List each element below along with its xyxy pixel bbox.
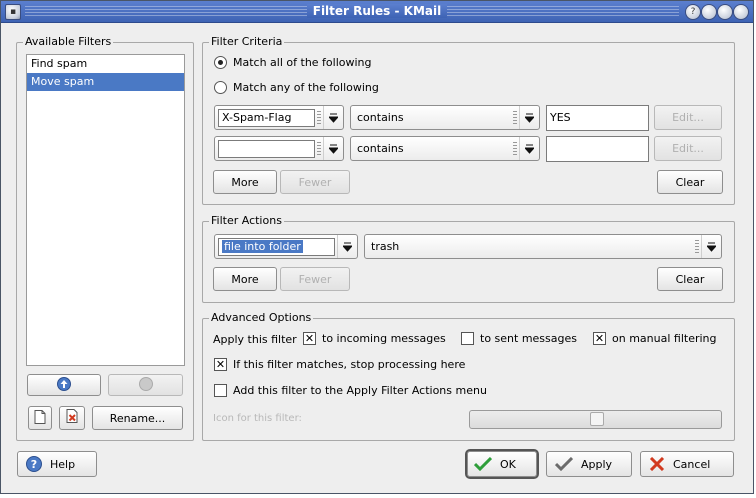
rule1-function-value: contains	[357, 111, 404, 124]
chevron-down-icon[interactable]	[701, 235, 721, 258]
cancel-button[interactable]: Cancel	[640, 451, 734, 477]
delete-document-icon	[66, 409, 79, 427]
rule2-function-value: contains	[357, 142, 404, 155]
filter-actions-label: Filter Actions	[209, 214, 284, 228]
match-any-label: Match any of the following	[233, 81, 379, 94]
ok-label: OK	[500, 457, 516, 471]
cancel-icon	[649, 457, 665, 471]
filter-criteria-label: Filter Criteria	[209, 35, 285, 49]
match-all-radio-indicator	[214, 56, 227, 69]
chevron-down-icon[interactable]	[323, 137, 343, 160]
help-label: Help	[50, 457, 76, 471]
new-document-icon	[34, 409, 46, 427]
chevron-down-icon[interactable]	[323, 106, 343, 129]
match-any-radio-indicator	[214, 81, 227, 94]
move-down-button[interactable]	[108, 374, 183, 396]
criteria-clear-button[interactable]: Clear	[657, 170, 723, 194]
available-filters-label: Available Filters	[23, 35, 114, 49]
filter-rules-window: ▪ Filter Rules - KMail ? Available Filte…	[0, 0, 754, 494]
manual-check-mark: ✕	[593, 332, 606, 345]
stop-processing-label: If this filter matches, stop processing …	[233, 358, 466, 371]
sent-check-mark	[461, 332, 474, 345]
apply-this-filter-label: Apply this filter	[213, 333, 297, 346]
rule2-edit-button[interactable]: Edit...	[654, 136, 722, 161]
apply-check-icon	[555, 457, 573, 471]
rule2-field-combo[interactable]	[214, 136, 344, 161]
match-all-label: Match all of the following	[233, 56, 372, 69]
rule2-function-combo[interactable]: contains	[350, 136, 540, 161]
sent-messages-label: to sent messages	[480, 332, 577, 345]
action-type-combo[interactable]: file into folder	[214, 234, 358, 259]
actions-fewer-button[interactable]: Fewer	[280, 267, 350, 291]
help-icon: ?	[26, 456, 42, 472]
incoming-messages-checkbox[interactable]: ✕ to incoming messages	[303, 332, 446, 345]
title-bar[interactable]: ▪ Filter Rules - KMail ?	[1, 1, 753, 23]
sent-messages-checkbox[interactable]: to sent messages	[461, 332, 577, 345]
apply-menu-checkbox[interactable]: Add this filter to the Apply Filter Acti…	[214, 384, 487, 397]
stop-processing-checkbox[interactable]: ✕ If this filter matches, stop processin…	[214, 358, 465, 371]
help-button[interactable]: ? Help	[17, 451, 97, 477]
chevron-down-icon[interactable]	[337, 235, 357, 258]
advanced-options-label: Advanced Options	[209, 311, 314, 325]
filter-list-item-move-spam[interactable]: Move spam	[27, 73, 184, 91]
rule1-function-combo[interactable]: contains	[350, 105, 540, 130]
icon-for-filter-label: Icon for this filter:	[213, 413, 302, 424]
svg-text:?: ?	[31, 458, 37, 471]
rule2-field-input[interactable]	[218, 139, 315, 158]
minimize-icon[interactable]	[701, 4, 717, 20]
match-any-radio[interactable]: Match any of the following	[214, 81, 379, 94]
manual-filtering-label: on manual filtering	[612, 332, 717, 345]
move-up-button[interactable]	[27, 374, 101, 396]
delete-filter-button[interactable]	[59, 406, 85, 430]
manual-filtering-checkbox[interactable]: ✕ on manual filtering	[593, 332, 717, 345]
apply-menu-check-mark	[214, 384, 227, 397]
rule2-value-input[interactable]	[546, 136, 649, 162]
apply-menu-label: Add this filter to the Apply Filter Acti…	[233, 384, 487, 397]
icon-chooser-knob	[590, 412, 604, 426]
rule1-field-combo[interactable]: X-Spam-Flag	[214, 105, 344, 130]
icon-chooser-button[interactable]	[469, 410, 722, 429]
action-type-value: file into folder	[222, 239, 303, 253]
rule1-edit-button[interactable]: Edit...	[654, 105, 722, 130]
action-target-value: trash	[371, 240, 400, 253]
check-icon	[474, 457, 492, 471]
maximize-icon[interactable]	[717, 4, 733, 20]
chevron-down-icon[interactable]	[519, 106, 539, 129]
window-title: Filter Rules - KMail	[306, 4, 448, 18]
actions-clear-button[interactable]: Clear	[657, 267, 723, 291]
filter-list[interactable]: Find spam Move spam	[26, 54, 185, 366]
chevron-down-icon[interactable]	[519, 137, 539, 160]
filter-list-item-find-spam[interactable]: Find spam	[27, 55, 184, 73]
incoming-check-mark: ✕	[303, 332, 316, 345]
arrow-up-icon	[57, 376, 71, 394]
help-title-icon[interactable]: ?	[685, 4, 701, 20]
rule1-value-input[interactable]: YES	[546, 105, 649, 131]
criteria-more-button[interactable]: More	[213, 170, 277, 194]
apply-label: Apply	[581, 457, 613, 471]
arrow-down-icon	[138, 376, 153, 394]
match-all-radio[interactable]: Match all of the following	[214, 56, 372, 69]
incoming-messages-label: to incoming messages	[322, 332, 446, 345]
action-target-combo[interactable]: trash	[364, 234, 722, 259]
rule1-field-input[interactable]: X-Spam-Flag	[218, 108, 315, 127]
ok-button[interactable]: OK	[465, 449, 539, 479]
apply-button[interactable]: Apply	[546, 451, 632, 477]
actions-more-button[interactable]: More	[213, 267, 277, 291]
criteria-fewer-button[interactable]: Fewer	[280, 170, 350, 194]
close-icon[interactable]	[733, 4, 749, 20]
stop-check-mark: ✕	[214, 358, 227, 371]
new-filter-button[interactable]	[28, 406, 52, 430]
rename-button[interactable]: Rename...	[92, 406, 183, 430]
cancel-label: Cancel	[673, 457, 711, 471]
